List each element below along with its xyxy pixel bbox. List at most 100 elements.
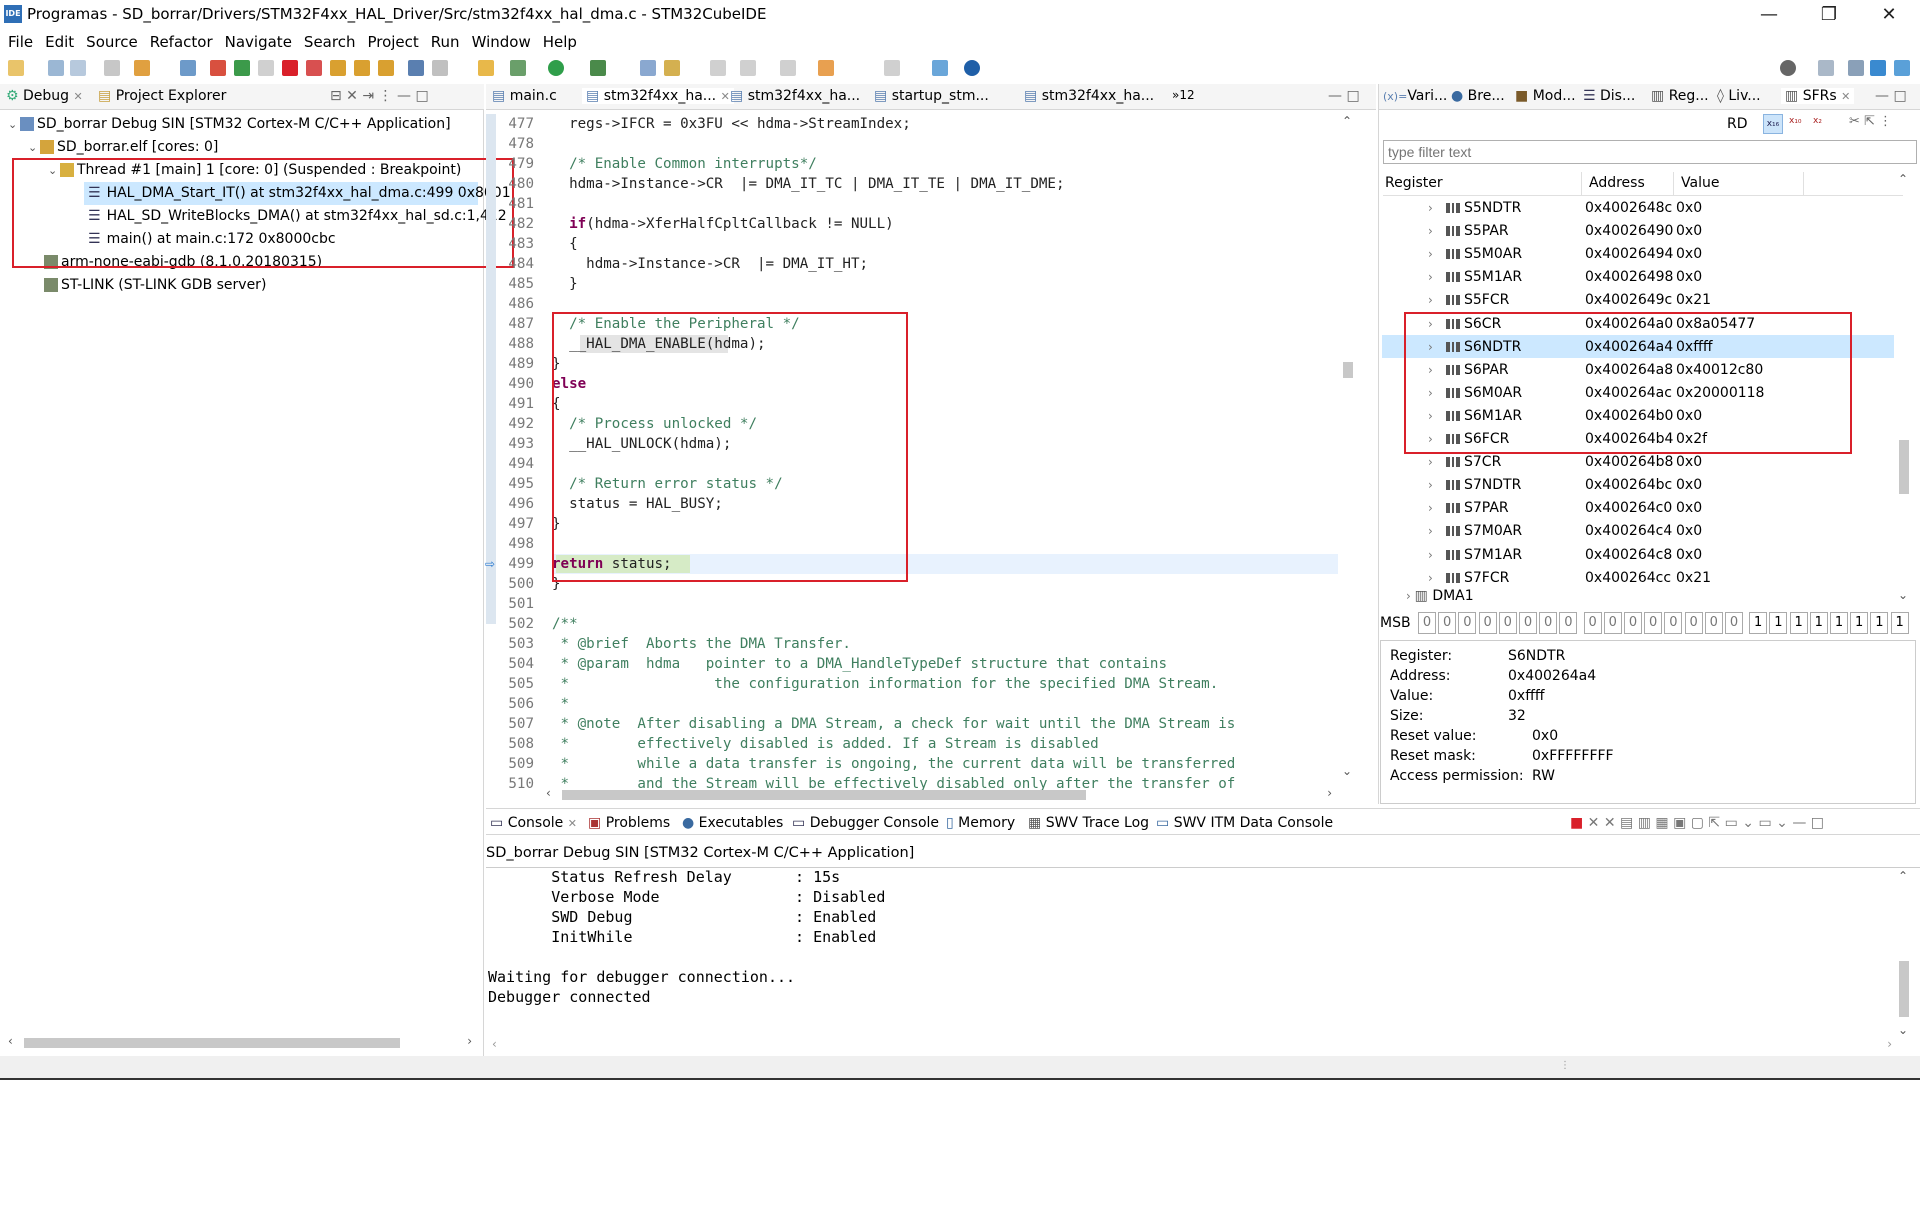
register-row[interactable]: › S5PAR 0x40026490 0x0 — [1380, 220, 1902, 243]
code-line[interactable]: /** — [552, 614, 578, 634]
menu-search[interactable]: Search — [304, 30, 356, 54]
menu-project[interactable]: Project — [367, 30, 418, 54]
code-line[interactable]: * while a data transfer is ongoing, the … — [552, 754, 1236, 774]
tab-sfrs[interactable]: ▥ SFRs ✕ — [1781, 88, 1855, 104]
register-row[interactable]: › S7M0AR 0x400264c4 0x0 — [1380, 520, 1902, 543]
open-perspective-icon[interactable] — [932, 60, 948, 76]
bit-toggle[interactable]: 0 — [1583, 612, 1602, 634]
next-annotation-icon[interactable] — [740, 60, 756, 76]
tab-memory[interactable]: ▯ Memory — [946, 815, 1015, 831]
bit-toggle[interactable]: 0 — [1603, 612, 1622, 634]
tab-debugger-console[interactable]: ▭ Debugger Console — [792, 815, 939, 831]
tab-variables[interactable]: (x)=Vari... — [1383, 88, 1447, 104]
register-row[interactable]: › S5NDTR 0x4002648c 0x0 — [1380, 197, 1902, 220]
suspend-icon[interactable] — [258, 60, 274, 76]
tree-elf[interactable]: ⌄ SD_borrar.elf [cores: 0] — [28, 136, 218, 159]
search-tool-icon[interactable] — [180, 60, 196, 76]
code-line[interactable]: hdma->Instance->CR |= DMA_IT_TC | DMA_IT… — [552, 174, 1064, 194]
bit-toggle[interactable]: 0 — [1418, 612, 1436, 634]
restore-button[interactable]: ❐ — [1806, 4, 1852, 28]
tab-project-explorer[interactable]: ▤ Project Explorer — [98, 88, 226, 104]
back-icon[interactable] — [818, 60, 834, 76]
column-register[interactable]: Register — [1385, 175, 1443, 191]
menu-source[interactable]: Source — [86, 30, 138, 54]
bit-toggle[interactable]: 0 — [1644, 612, 1663, 634]
tab-swv-itm-console[interactable]: ▭ SWV ITM Data Console — [1156, 815, 1333, 831]
menu-navigate[interactable]: Navigate — [225, 30, 292, 54]
forward-icon[interactable] — [884, 60, 900, 76]
bit-toggle[interactable]: 1 — [1789, 612, 1808, 634]
skip-breakpoints-icon[interactable] — [210, 60, 226, 76]
save-icon[interactable] — [48, 60, 64, 76]
hex-format-icon[interactable]: x₁₆ — [1763, 114, 1783, 134]
tab-debug[interactable]: ⚙ Debug ✕ — [6, 88, 83, 104]
save-all-icon[interactable] — [70, 60, 86, 76]
minimize-button[interactable]: — — [1746, 4, 1792, 28]
debug-perspective-icon[interactable] — [1894, 60, 1910, 76]
disconnect-icon[interactable] — [306, 60, 322, 76]
column-address[interactable]: Address — [1589, 175, 1645, 191]
bit-toggle[interactable]: 1 — [1830, 612, 1848, 634]
console-hscrollbar[interactable]: ‹ › — [492, 1037, 1892, 1053]
tree-launch[interactable]: ⌄ SD_borrar Debug SIN [STM32 Cortex-M C/C… — [8, 113, 451, 136]
bit-toggle[interactable]: 0 — [1684, 612, 1703, 634]
bit-toggle[interactable]: 0 — [1704, 612, 1723, 634]
register-row[interactable]: › S7FCR 0x400264cc 0x21 — [1380, 567, 1902, 590]
menu-file[interactable]: File — [8, 30, 33, 54]
resume-icon[interactable] — [234, 60, 250, 76]
tab-executables[interactable]: ● Executables — [682, 815, 783, 831]
editor-vscrollbar[interactable]: ⌃ ⌄ — [1340, 114, 1356, 778]
close-button[interactable]: ✕ — [1866, 4, 1912, 28]
menu-edit[interactable]: Edit — [45, 30, 74, 54]
register-row[interactable]: › S7CR 0x400264b8 0x0 — [1380, 451, 1902, 474]
build-icon[interactable] — [104, 60, 120, 76]
menu-run[interactable]: Run — [431, 30, 460, 54]
bit-toggle[interactable]: 0 — [1519, 612, 1537, 634]
tab-main-c[interactable]: ▤ main.c — [492, 88, 557, 104]
code-line[interactable]: } — [552, 274, 578, 294]
debug-view-toolbar-icons[interactable]: ⊟ ✕ ⇥ ⋮ — □ — [330, 88, 429, 104]
dec-format-icon[interactable]: x₁₀ — [1789, 116, 1802, 126]
search-icon[interactable] — [1780, 60, 1796, 76]
tab-registers[interactable]: ▥ Reg... — [1651, 88, 1709, 104]
tab-hal-other[interactable]: ▤ stm32f4xx_ha... — [1024, 88, 1154, 104]
code-line[interactable]: if(hdma->XferHalfCpltCallback != NULL) — [552, 214, 894, 234]
tab-modules[interactable]: ■ Mod... — [1515, 88, 1576, 104]
debug-hscrollbar[interactable]: ‹ › — [8, 1034, 472, 1052]
code-line[interactable]: * effectively disabled is added. If a St… — [552, 734, 1099, 754]
bit-toggle[interactable]: 1 — [1809, 612, 1828, 634]
code-line[interactable]: * @brief Aborts the DMA Transfer. — [552, 634, 851, 654]
debug-icon[interactable] — [510, 60, 526, 76]
editor-min-max-icons[interactable]: — □ — [1328, 88, 1360, 104]
open-task-icon[interactable] — [664, 60, 680, 76]
tab-problems[interactable]: ▣ Problems — [588, 815, 670, 831]
run-icon[interactable] — [548, 60, 564, 76]
register-row[interactable]: › S5M1AR 0x40026498 0x0 — [1380, 266, 1902, 289]
sfr-vscrollbar[interactable]: ⌃ ⌄ — [1896, 172, 1912, 602]
menu-refactor[interactable]: Refactor — [150, 30, 213, 54]
register-row[interactable]: › S7NDTR 0x400264bc 0x0 — [1380, 474, 1902, 497]
step-over-icon[interactable] — [354, 60, 370, 76]
last-edit-icon[interactable] — [780, 60, 796, 76]
new-icon[interactable] — [8, 60, 24, 76]
reset-icon[interactable] — [432, 60, 448, 76]
console-vscroll-thumb[interactable] — [1899, 961, 1909, 1017]
code-line[interactable]: hdma->Instance->CR |= DMA_IT_HT; — [552, 254, 868, 274]
step-into-icon[interactable] — [330, 60, 346, 76]
debug-config-icon[interactable] — [478, 60, 494, 76]
bit-toggle[interactable]: 0 — [1498, 612, 1517, 634]
code-line[interactable]: * the configuration information for the … — [552, 674, 1219, 694]
bit-toggle[interactable]: 1 — [1749, 612, 1768, 634]
bin-format-icon[interactable]: x₂ — [1813, 116, 1822, 126]
external-tools-icon[interactable] — [590, 60, 606, 76]
hscroll-thumb[interactable] — [24, 1038, 400, 1048]
bit-toggle[interactable]: 1 — [1890, 612, 1909, 634]
instruction-step-icon[interactable] — [408, 60, 424, 76]
sfr-min-max-icons[interactable]: — □ — [1875, 88, 1907, 104]
tab-swv-trace-log[interactable]: ▦ SWV Trace Log — [1028, 815, 1149, 831]
tab-breakpoints[interactable]: ● Bre... — [1451, 88, 1505, 104]
tab-live-expressions[interactable]: ◊ Liv... — [1717, 88, 1761, 104]
bit-toggle[interactable]: 0 — [1438, 612, 1457, 634]
menu-window[interactable]: Window — [472, 30, 531, 54]
register-row[interactable]: › S5M0AR 0x40026494 0x0 — [1380, 243, 1902, 266]
